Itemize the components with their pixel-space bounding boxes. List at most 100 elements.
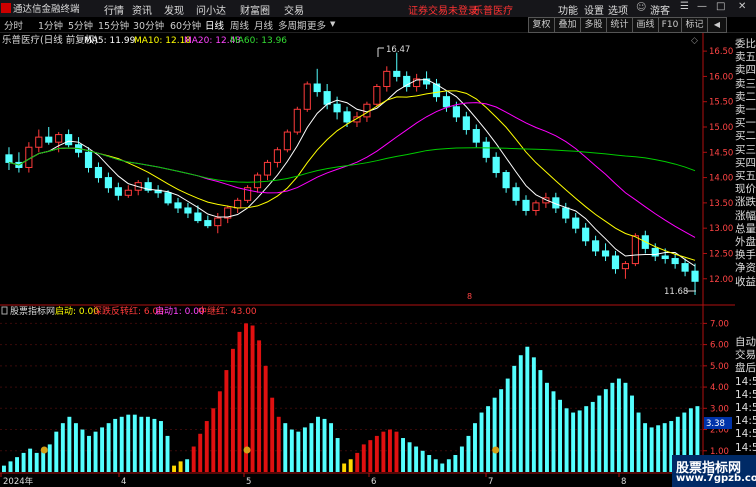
user-icon[interactable]: ☺ — [636, 2, 646, 13]
kline-chart[interactable]: 16.50 16.00 15.50 15.00 14.50 14.00 13.50 13.00… — [0, 33, 735, 487]
chevron-down-icon[interactable]: ▼ — [330, 20, 335, 28]
candle-body — [482, 141, 490, 158]
side-label: 卖一 — [735, 104, 756, 117]
low-price-label: 11.68 — [664, 287, 688, 297]
indicator-bar — [420, 450, 425, 472]
chart-options-icon[interactable]: ◇ — [691, 36, 698, 46]
candle-body — [492, 156, 500, 174]
candle-body — [164, 192, 172, 204]
price-tick-label: 16.50 — [709, 47, 733, 57]
side-label: 14:50 — [735, 415, 756, 428]
guest-label[interactable]: 游客 — [650, 2, 670, 17]
side-label: 委比 — [735, 38, 756, 50]
candle-body — [84, 151, 93, 168]
tab-fenshi[interactable]: 分时 — [4, 18, 23, 32]
date-tick-label: 8 — [621, 477, 626, 487]
diejia-button[interactable]: 叠加 — [554, 17, 581, 33]
indicator-bar — [54, 431, 59, 472]
side-label: 14:50 — [735, 428, 756, 441]
candle-body — [393, 70, 401, 77]
menu-jiaoyi[interactable]: 交易 — [284, 2, 304, 17]
menu-hangqing[interactable]: 行情 — [104, 2, 124, 17]
ma60-label: MA60: 13.96 — [230, 36, 287, 46]
biaoji-button[interactable]: 标记 — [681, 17, 708, 33]
side-label: 自动 — [735, 336, 756, 348]
tongji-button[interactable]: 统计 — [606, 17, 633, 33]
candle-body — [691, 270, 699, 282]
indicator-bar — [440, 463, 445, 472]
price-tick-label: 14.50 — [709, 148, 733, 158]
tab-15min[interactable]: 15分钟 — [98, 18, 129, 32]
candle-body — [562, 207, 570, 219]
menu-faxian[interactable]: 发现 — [164, 2, 184, 17]
indicator-bar — [132, 414, 137, 472]
indicator-bar — [499, 389, 504, 472]
indicator-bar — [316, 416, 320, 472]
candle-body — [671, 258, 679, 265]
indicator-tick-label: 7.00 — [710, 319, 729, 329]
settings-icon[interactable]: ☰ — [680, 1, 689, 12]
candle-body — [522, 199, 530, 211]
tab-1min[interactable]: 1分钟 — [38, 18, 63, 32]
menu-caifuquan[interactable]: 财富圈 — [240, 2, 270, 17]
tab-5min[interactable]: 5分钟 — [68, 18, 93, 32]
candle-body — [631, 235, 639, 265]
f10-button[interactable]: F10 — [658, 17, 682, 33]
indicator-bar — [616, 378, 621, 472]
candle-body — [204, 220, 212, 227]
indicator-bar — [473, 423, 477, 472]
indicator-bar — [361, 444, 366, 472]
tab-multi[interactable]: 多周期 — [278, 18, 307, 32]
minimize-icon[interactable]: — — [697, 1, 707, 12]
menu-gongneng[interactable]: 功能 — [558, 2, 578, 17]
side-label: 买四 — [735, 156, 756, 169]
side-label: 外盘 — [735, 236, 756, 249]
menu-wenxiaoda[interactable]: 问小达 — [196, 2, 226, 17]
candle-body — [621, 263, 630, 270]
candle-body — [502, 172, 510, 189]
duogu-button[interactable]: 多股 — [580, 17, 607, 33]
candle-body — [572, 217, 580, 229]
signal-coin-icon — [243, 446, 251, 454]
fuquan-button[interactable]: 复权 — [528, 17, 555, 33]
candle-body — [234, 199, 242, 209]
candle-body — [681, 263, 689, 272]
ma10-label: MA10: 12.18 — [134, 36, 191, 46]
date-tick-label: 7 — [488, 477, 493, 487]
side-label: 卖五 — [735, 51, 756, 64]
maximize-icon[interactable]: □ — [716, 1, 725, 12]
menu-shezhi[interactable]: 设置 — [584, 2, 604, 17]
indicator-bar — [204, 421, 209, 472]
candle-body — [661, 255, 669, 260]
huaxian-button[interactable]: 画线 — [632, 17, 659, 33]
candle-body — [303, 83, 311, 110]
candle-body — [263, 161, 272, 176]
tab-monthly[interactable]: 月线 — [254, 18, 273, 32]
tab-daily[interactable]: 日线 — [205, 18, 224, 32]
tab-weekly[interactable]: 周线 — [230, 18, 249, 32]
side-label: 卖三 — [735, 77, 756, 90]
candle-body — [194, 212, 202, 222]
menu-zixun[interactable]: 资讯 — [132, 2, 152, 17]
signal-coin-icon — [492, 446, 500, 454]
close-icon[interactable]: ✕ — [738, 1, 746, 12]
candle-body — [343, 111, 351, 123]
indicator-tick-label: 4.00 — [710, 383, 729, 393]
indicator-bar — [93, 431, 98, 472]
candle-body — [323, 91, 331, 105]
indicator-bar — [145, 416, 150, 472]
tab-30min[interactable]: 30分钟 — [133, 18, 164, 32]
menu-xuanxiang[interactable]: 选项 — [608, 2, 628, 17]
indicator-bar — [512, 365, 517, 472]
indicator-bar — [446, 459, 451, 472]
collapse-icon[interactable]: ◀ — [707, 17, 727, 33]
indicator-bar — [211, 408, 216, 472]
tab-more[interactable]: 更多 — [307, 18, 326, 32]
indicator-bar — [185, 459, 190, 472]
indicator-bar — [270, 397, 275, 472]
side-label: 14:50 — [735, 375, 756, 388]
indicator-bar — [263, 365, 268, 472]
tab-60min[interactable]: 60分钟 — [170, 18, 201, 32]
side-label: 盘后 — [735, 362, 756, 375]
login-status[interactable]: 证券交易未登录 — [408, 2, 478, 17]
